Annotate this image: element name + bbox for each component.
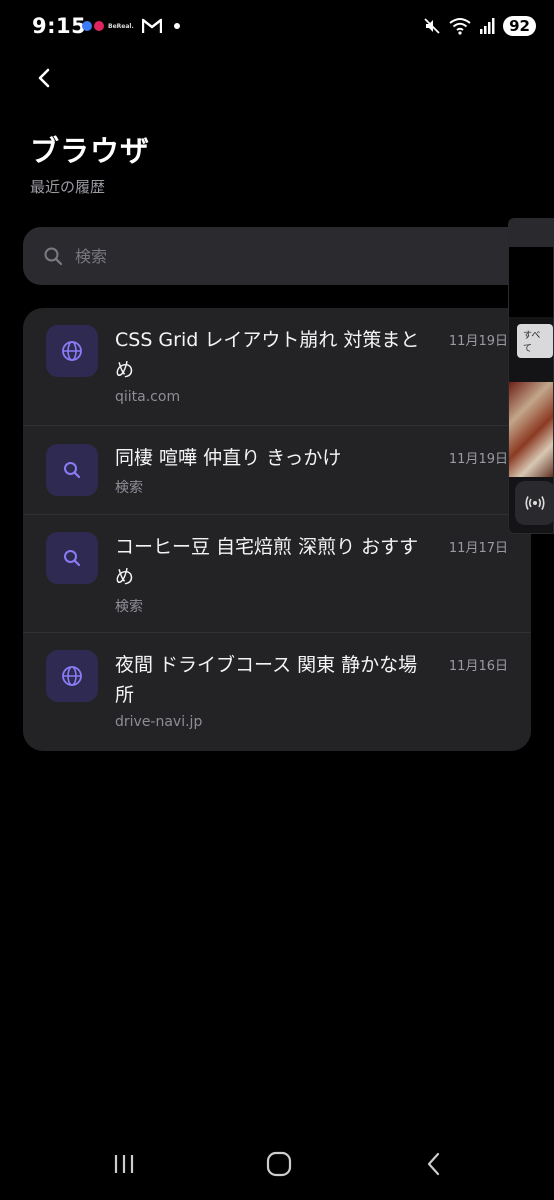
nav-back-button[interactable] [414,1144,454,1184]
bereal-icon: BeReal. [82,21,134,31]
recent-apps-icon [114,1155,134,1173]
history-item-title: コーヒー豆 自宅焙煎 深煎り おすすめ [115,536,419,588]
item-icon-tile [46,325,98,377]
history-item-date: 11月17日 [448,541,508,556]
search-icon [44,247,63,266]
peek-broadcast-button[interactable] [515,481,553,525]
history-item-subtitle: 検索 [115,480,143,496]
wifi-icon [449,17,471,35]
history-item-title: CSS Grid レイアウト崩れ 対策まとめ [115,329,420,381]
recent-apps-button[interactable] [104,1144,144,1184]
gmail-icon [141,18,162,34]
peek-dark-area [509,247,553,317]
status-left-icons: BeReal. [82,18,180,34]
history-item[interactable]: 夜間 ドライブコース 関東 静かな場所 drive-navi.jp 11月16日 [23,633,531,751]
page-title: ブラウザ [30,134,151,168]
home-button[interactable] [259,1144,299,1184]
broadcast-icon [525,496,545,510]
history-item[interactable]: CSS Grid レイアウト崩れ 対策まとめ qiita.com 11月19日 [23,308,531,426]
search-icon [64,550,81,567]
status-time: 9:15 [32,14,87,38]
item-icon-tile [46,650,98,702]
history-item-date: 11月16日 [448,659,508,674]
back-icon [427,1152,440,1176]
status-right: 92 [423,16,536,36]
system-nav-bar [0,1130,554,1200]
history-item-subtitle: qiita.com [115,389,181,405]
page-subtitle: 最近の履歴 [30,178,106,196]
search-bar[interactable] [23,227,543,285]
history-item-title: 同棲 喧嘩 仲直り きっかけ [115,447,342,469]
home-icon [266,1151,292,1177]
item-icon-tile [46,444,98,496]
notification-dot-icon [173,23,180,29]
history-item-date: 11月19日 [448,334,508,349]
peek-image [509,382,553,477]
battery-icon: 92 [503,16,536,36]
history-item-subtitle: 検索 [115,599,143,615]
history-item-title: 夜間 ドライブコース 関東 静かな場所 [115,654,418,706]
globe-icon [62,666,82,686]
history-item-date: 11月19日 [448,452,508,467]
signal-icon [479,18,495,34]
history-item[interactable]: 同棲 喧嘩 仲直り きっかけ 検索 11月19日 [23,426,531,515]
history-list: CSS Grid レイアウト崩れ 対策まとめ qiita.com 11月19日 … [23,308,531,751]
chevron-left-icon [38,68,50,88]
bereal-label: BeReal. [108,22,134,30]
peek-panel[interactable]: すべて [508,218,554,534]
globe-icon [62,341,82,361]
status-bar: 9:15 BeReal. 92 [0,0,554,56]
search-icon [64,462,81,479]
search-input[interactable] [75,246,455,266]
screen: 9:15 BeReal. 92 ブラウザ 最近の履歴 検索 CSS Grid レ… [0,0,554,1200]
back-button[interactable] [28,62,60,94]
item-icon-tile [46,532,98,584]
history-item[interactable]: コーヒー豆 自宅焙煎 深煎り おすすめ 検索 11月17日 [23,515,531,633]
mute-icon [423,17,441,35]
peek-topbar [509,219,553,247]
history-item-subtitle: drive-navi.jp [115,714,203,730]
peek-chip[interactable]: すべて [517,324,553,358]
